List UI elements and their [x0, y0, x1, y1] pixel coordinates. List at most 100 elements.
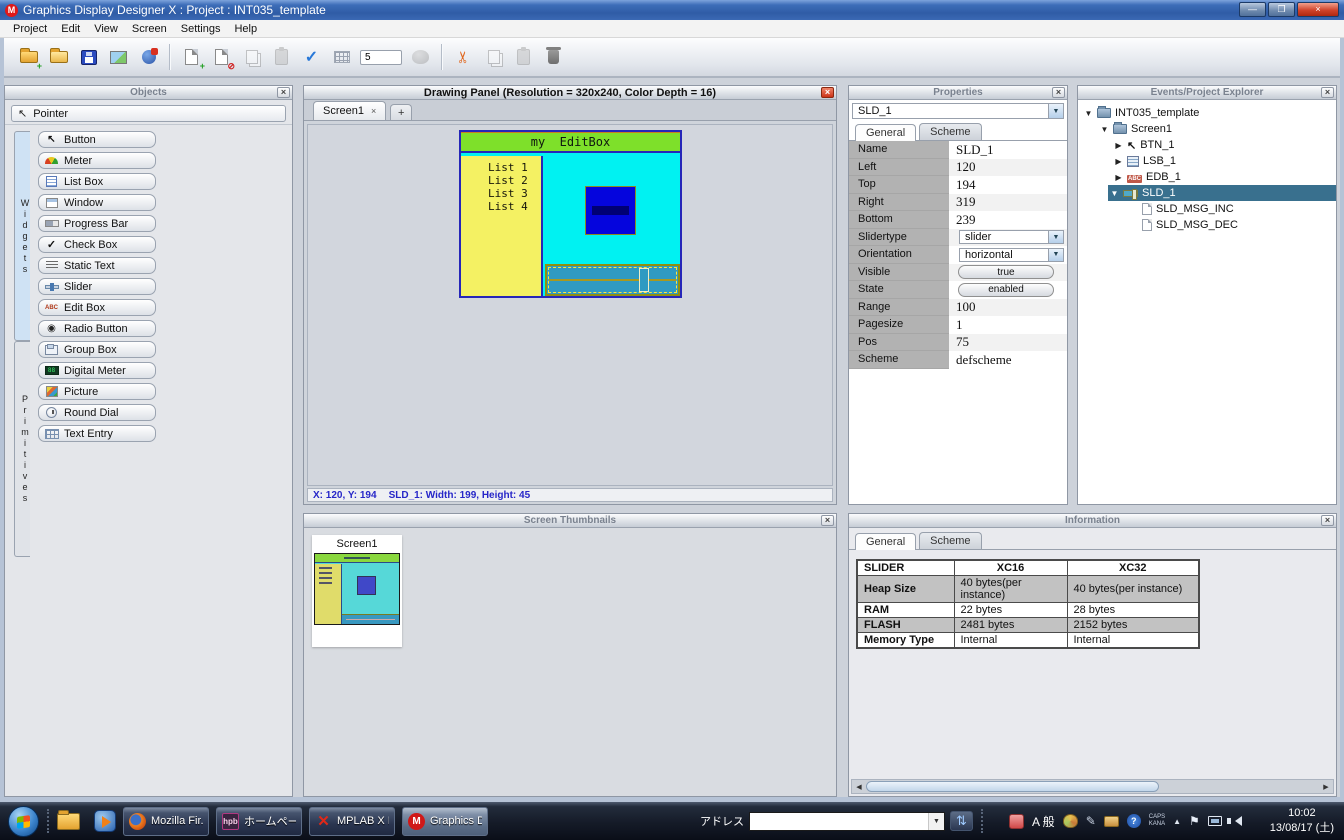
paste-screen-icon[interactable]: [270, 46, 293, 68]
property-value[interactable]: defscheme: [949, 351, 1067, 369]
objects-close-icon[interactable]: ×: [277, 87, 290, 98]
taskbar-button-mplab[interactable]: ✕ MPLAB X I...: [309, 807, 395, 836]
slider-thumb[interactable]: [639, 268, 649, 292]
widget-radio-button[interactable]: Radio Button: [38, 320, 156, 337]
chevron-down-icon[interactable]: ▼: [1048, 104, 1063, 118]
tab-screen1[interactable]: Screen1 ×: [313, 101, 386, 120]
explorer-quicklaunch-icon[interactable]: [57, 813, 80, 830]
address-input[interactable]: [750, 813, 928, 830]
paste-icon[interactable]: [512, 46, 535, 68]
collapse-arrow-icon[interactable]: ▶: [1114, 157, 1123, 166]
tray-app-icon[interactable]: [1009, 814, 1024, 829]
address-combo[interactable]: ▼: [749, 812, 945, 831]
widget-check-box[interactable]: Check Box: [38, 236, 156, 253]
property-value[interactable]: 75: [949, 334, 1067, 352]
new-screen-icon[interactable]: +: [180, 46, 203, 68]
collapse-arrow-icon[interactable]: ▶: [1114, 173, 1123, 182]
tab-widgets[interactable]: Widgets: [14, 131, 30, 341]
screen1-thumbnail[interactable]: Screen1: [312, 535, 402, 647]
taskbar-clock[interactable]: 10:02 13/08/17 (土): [1270, 806, 1334, 836]
orientation-dropdown[interactable]: horizontal▼: [959, 248, 1064, 262]
widget-group-box[interactable]: Group Box: [38, 341, 156, 358]
go-button[interactable]: ⇅: [950, 811, 973, 831]
grid-icon[interactable]: [330, 46, 353, 68]
widget-static-text[interactable]: Static Text: [38, 257, 156, 274]
ime-help-icon[interactable]: ?: [1127, 814, 1141, 828]
widget-progress-bar[interactable]: Progress Bar: [38, 215, 156, 232]
menu-project[interactable]: Project: [6, 21, 54, 37]
tree-item-edb1[interactable]: ▶EDB_1: [1078, 169, 1336, 185]
tree-item-sld-msg-inc[interactable]: SLD_MSG_INC: [1078, 201, 1336, 217]
validate-icon[interactable]: ✓: [300, 46, 323, 68]
ime-toolbox-icon[interactable]: [1104, 816, 1119, 827]
widget-slider[interactable]: Slider: [38, 278, 156, 295]
state-toggle-button[interactable]: enabled: [958, 283, 1054, 297]
ime-mode-indicator[interactable]: A 般: [1032, 813, 1055, 830]
tab-scheme[interactable]: Scheme: [919, 532, 981, 549]
property-value[interactable]: 1: [949, 316, 1067, 334]
save-project-icon[interactable]: [77, 46, 100, 68]
menu-edit[interactable]: Edit: [54, 21, 87, 37]
scrollbar-thumb[interactable]: [866, 781, 1159, 792]
delete-screen-icon[interactable]: ⊘: [210, 46, 233, 68]
ime-palette-icon[interactable]: [1063, 814, 1078, 828]
property-value[interactable]: SLD_1: [949, 141, 1067, 159]
thumbnails-close-icon[interactable]: ×: [821, 515, 834, 526]
widget-meter[interactable]: Meter: [38, 152, 156, 169]
show-hidden-icons-button[interactable]: ▲: [1173, 817, 1181, 826]
expand-arrow-icon[interactable]: ▼: [1084, 109, 1093, 118]
tree-item-sld1-selected[interactable]: ▼SLD_1: [1108, 185, 1336, 201]
tab-scheme[interactable]: Scheme: [919, 123, 981, 140]
property-value[interactable]: 239: [949, 211, 1067, 229]
tree-item-project[interactable]: ▼INT035_template: [1078, 105, 1336, 121]
widget-digital-meter[interactable]: 88Digital Meter: [38, 362, 156, 379]
listbox-widget-LSB_1[interactable]: List 1 List 2 List 3 List 4: [461, 156, 543, 296]
chevron-down-icon[interactable]: ▼: [928, 813, 944, 830]
widget-edit-box[interactable]: Edit Box: [38, 299, 156, 316]
visible-toggle-button[interactable]: true: [958, 265, 1054, 279]
widget-window[interactable]: Window: [38, 194, 156, 211]
menu-screen[interactable]: Screen: [125, 21, 174, 37]
new-project-icon[interactable]: +: [17, 46, 40, 68]
drawing-close-icon[interactable]: ×: [821, 87, 834, 98]
expand-arrow-icon[interactable]: ▼: [1110, 189, 1119, 198]
ime-pen-icon[interactable]: ✎: [1086, 814, 1096, 828]
delete-icon[interactable]: [542, 46, 565, 68]
tab-general[interactable]: General: [855, 533, 916, 550]
property-value[interactable]: 100: [949, 299, 1067, 317]
property-value[interactable]: 319: [949, 194, 1067, 212]
tree-item-lsb1[interactable]: ▶LSB_1: [1078, 153, 1336, 169]
slidertype-dropdown[interactable]: slider▼: [959, 230, 1064, 244]
menu-help[interactable]: Help: [227, 21, 264, 37]
copy-icon[interactable]: [482, 46, 505, 68]
start-button[interactable]: [8, 806, 39, 837]
pointer-tool-button[interactable]: ↖ Pointer: [11, 105, 286, 122]
media-player-quicklaunch-icon[interactable]: [94, 810, 116, 832]
open-project-icon[interactable]: [47, 46, 70, 68]
information-close-icon[interactable]: ×: [1321, 515, 1334, 526]
tab-close-icon[interactable]: ×: [371, 106, 376, 116]
taskbar-button-firefox[interactable]: Mozilla Fir...: [123, 807, 209, 836]
copy-screen-icon[interactable]: [240, 46, 263, 68]
add-screen-tab-button[interactable]: +: [390, 104, 412, 120]
cut-icon[interactable]: ✂: [453, 46, 475, 69]
tree-item-sld-msg-dec[interactable]: SLD_MSG_DEC: [1078, 217, 1336, 233]
widget-picture[interactable]: Picture: [38, 383, 156, 400]
expand-arrow-icon[interactable]: ▼: [1100, 125, 1109, 134]
designed-screen[interactable]: my EditBox List 1 List 2 List 3 List 4: [459, 130, 682, 298]
drawing-canvas[interactable]: my EditBox List 1 List 2 List 3 List 4: [307, 124, 833, 486]
widget-list-box[interactable]: List Box: [38, 173, 156, 190]
widget-button[interactable]: Button: [38, 131, 156, 148]
horizontal-scrollbar[interactable]: ◀ ▶: [851, 779, 1334, 794]
taskbar-button-hpb[interactable]: hpb ホームペー...: [216, 807, 302, 836]
slider-widget-SLD_1-selected[interactable]: [545, 264, 680, 296]
export-image-icon[interactable]: [107, 46, 130, 68]
chevron-down-icon[interactable]: ▼: [1048, 249, 1063, 261]
menu-view[interactable]: View: [87, 21, 125, 37]
tree-item-btn1[interactable]: ▶BTN_1: [1078, 137, 1336, 153]
explorer-close-icon[interactable]: ×: [1321, 87, 1334, 98]
network-icon[interactable]: [1208, 816, 1222, 826]
render-icon[interactable]: [409, 46, 432, 68]
properties-close-icon[interactable]: ×: [1052, 87, 1065, 98]
widget-text-entry[interactable]: Text Entry: [38, 425, 156, 442]
